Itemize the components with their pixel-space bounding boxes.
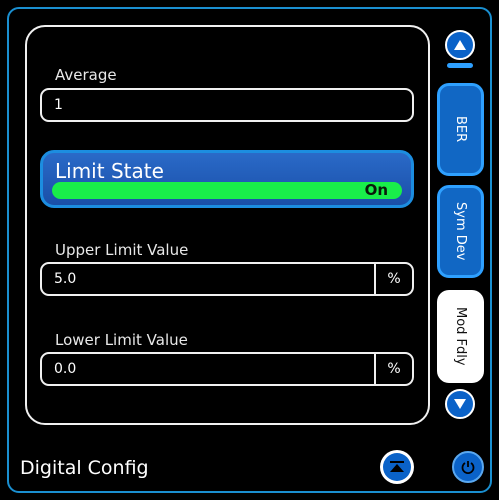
scroll-up-button[interactable] bbox=[445, 30, 475, 60]
lower-limit-value: 0.0 bbox=[54, 361, 77, 377]
scroll-down-button[interactable] bbox=[445, 389, 475, 419]
tab-ber-label: BER bbox=[453, 116, 468, 143]
page-title: Digital Config bbox=[20, 457, 149, 479]
collapse-to-top-icon bbox=[390, 461, 404, 472]
tab-mod-fdly[interactable]: Mod Fdly bbox=[437, 290, 484, 383]
tab-sym-dev-label: Sym Dev bbox=[453, 202, 468, 261]
tab-ber[interactable]: BER bbox=[437, 83, 484, 176]
chevron-down-icon bbox=[454, 399, 466, 409]
lower-limit-unit: % bbox=[374, 354, 412, 384]
average-input[interactable]: 1 bbox=[40, 88, 414, 122]
tab-mod-fdly-label: Mod Fdly bbox=[453, 307, 468, 366]
upper-limit-input[interactable]: 5.0 % bbox=[40, 262, 414, 296]
power-button[interactable] bbox=[452, 451, 484, 483]
limit-state-toggle[interactable]: Limit State On bbox=[40, 150, 414, 208]
upper-limit-unit: % bbox=[374, 264, 412, 294]
power-icon bbox=[461, 461, 475, 474]
average-label: Average bbox=[55, 66, 117, 84]
limit-state-indicator: On bbox=[52, 181, 402, 199]
upper-limit-label: Upper Limit Value bbox=[55, 241, 189, 259]
collapse-button[interactable] bbox=[380, 450, 414, 484]
lower-limit-label: Lower Limit Value bbox=[55, 331, 188, 349]
limit-state-status: On bbox=[364, 181, 388, 199]
lower-limit-input[interactable]: 0.0 % bbox=[40, 352, 414, 386]
tab-sym-dev[interactable]: Sym Dev bbox=[437, 185, 484, 278]
scroll-indicator bbox=[447, 63, 473, 68]
limit-state-label: Limit State bbox=[55, 159, 164, 183]
average-value: 1 bbox=[54, 97, 63, 113]
chevron-up-icon bbox=[454, 40, 466, 50]
upper-limit-value: 5.0 bbox=[54, 271, 77, 287]
